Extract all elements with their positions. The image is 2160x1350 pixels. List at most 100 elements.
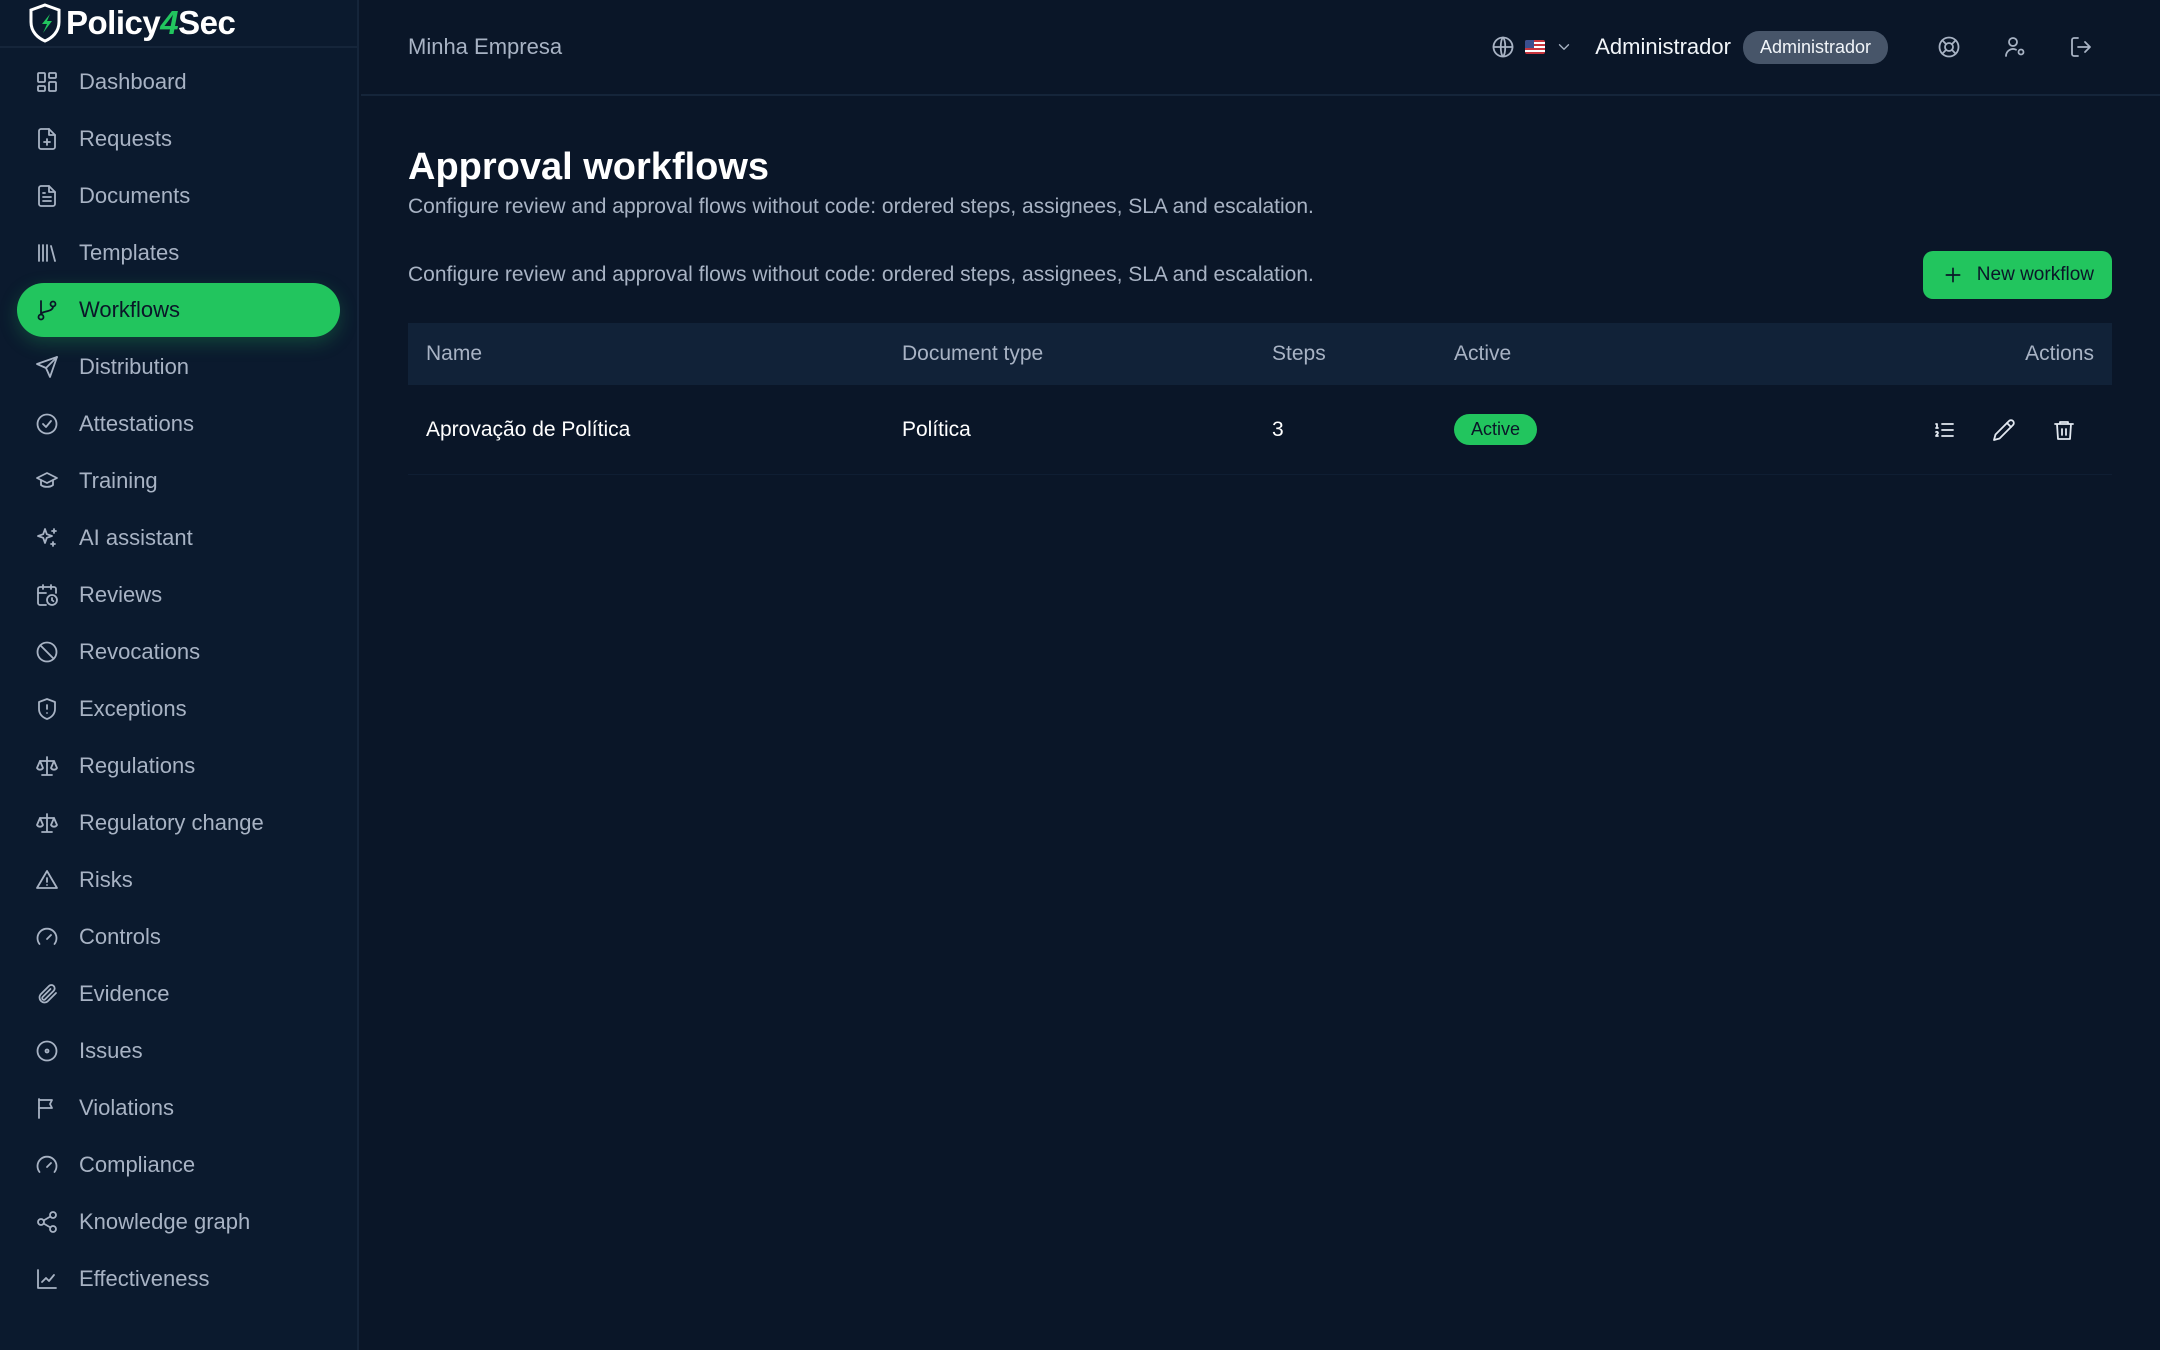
language-selector[interactable] [1491,35,1573,59]
globe-icon [1492,36,1514,58]
sidebar-item-requests[interactable]: Requests [17,112,340,166]
help-button[interactable] [1916,14,1982,80]
sidebar-item-exceptions[interactable]: Exceptions [17,682,340,736]
sidebar-item-ai-assistant[interactable]: AI assistant [17,511,340,565]
sidebar-item-attestations[interactable]: Attestations [17,397,340,451]
column-header-active[interactable]: Active [1454,342,1872,366]
company-name: Minha Empresa [408,34,563,59]
role-badge: Administrador [1742,30,1888,64]
sidebar-item-label: Dashboard [79,69,187,94]
sparkles-icon [37,528,57,547]
sidebar-item-documents[interactable]: Documents [17,169,340,223]
page-subtitle: Configure review and approval flows with… [408,195,1314,218]
sidebar-item-evidence[interactable]: Evidence [17,967,340,1021]
sidebar-item-label: Risks [79,867,133,892]
sidebar: Policy4Sec Dashboard Requests Documents … [0,0,359,1350]
sidebar-item-label: Exceptions [79,696,187,721]
sidebar-item-label: Reviews [79,582,163,607]
sidebar-item-label: Evidence [79,981,170,1006]
edit-workflow-button[interactable] [1974,408,2034,452]
chevron-down-icon [1559,44,1570,50]
sidebar-item-distribution[interactable]: Distribution [17,340,340,394]
scale-icon [36,756,58,776]
user-cog-icon [2005,37,2025,57]
sidebar-item-label: Effectiveness [79,1266,210,1291]
sidebar-item-label: Regulatory change [79,810,264,835]
user-name: Administrador [1595,34,1731,59]
sidebar-item-label: Templates [79,240,180,265]
sidebar-item-label: Controls [79,924,161,949]
sidebar-item-label: Attestations [79,411,194,436]
logout-icon [2071,37,2091,57]
sidebar-nav: Dashboard Requests Documents Templates W… [0,48,357,1306]
trash-icon [2054,420,2074,440]
calendar-clock-icon [37,584,58,606]
sidebar-item-risks[interactable]: Risks [17,853,340,907]
brand-logo[interactable]: Policy4Sec [0,0,357,48]
column-header-document-type[interactable]: Document type [902,342,1272,366]
share-icon [37,1211,57,1233]
column-header-steps[interactable]: Steps [1272,342,1454,366]
sidebar-item-compliance[interactable]: Compliance [17,1138,340,1192]
page-title: Approval workflows [408,146,770,188]
git-branch-icon [37,300,57,321]
sidebar-item-label: Requests [79,126,172,151]
sidebar-item-controls[interactable]: Controls [17,910,340,964]
sidebar-item-label: Distribution [79,354,190,379]
brand-name: Policy4Sec [66,4,236,41]
pencil-icon [1993,418,2015,441]
sidebar-item-workflows[interactable]: Workflows [17,283,340,337]
document-icon [38,185,56,207]
graduation-cap-icon [36,472,58,488]
sidebar-item-knowledge-graph[interactable]: Knowledge graph [17,1195,340,1249]
workflow-document-type: Política [902,417,971,441]
sidebar-item-label: Revocations [79,639,201,664]
sidebar-item-reviews[interactable]: Reviews [17,568,340,622]
new-workflow-button[interactable]: New workflow [1922,251,2112,299]
shield-logo-icon [29,3,61,43]
table-header: Name Document type Steps Active Actions [408,323,2112,385]
profile-settings-button[interactable] [1982,14,2048,80]
scale-icon [36,813,58,833]
sidebar-item-label: Documents [79,183,191,208]
table-row[interactable]: Aprovação de Política Política 3 Active [408,385,2112,475]
workflow-steps: 3 [1272,417,1284,441]
workflow-name: Aprovação de Política [426,417,631,441]
chart-icon [37,1269,57,1289]
sidebar-item-dashboard[interactable]: Dashboard [17,55,340,109]
gauge-icon [36,1155,58,1173]
sidebar-item-label: Violations [79,1095,174,1120]
alert-triangle-icon [36,870,58,889]
sidebar-item-violations[interactable]: Violations [17,1081,340,1135]
edit-steps-button[interactable] [1914,408,1974,452]
sidebar-item-issues[interactable]: Issues [17,1024,340,1078]
sidebar-item-label: Knowledge graph [79,1209,251,1234]
plus-icon [1945,267,1961,283]
column-header-name[interactable]: Name [408,342,902,366]
sidebar-item-effectiveness[interactable]: Effectiveness [17,1252,340,1306]
lifebuoy-icon [1938,36,1960,58]
shield-alert-icon [38,698,56,720]
sidebar-item-regulatory-change[interactable]: Regulatory change [17,796,340,850]
sidebar-item-regulations[interactable]: Regulations [17,739,340,793]
gauge-icon [36,927,58,945]
top-header: Minha Empresa Administrador Administrado… [361,0,2160,96]
row-actions [1872,408,2112,452]
sidebar-item-label: Compliance [79,1152,196,1177]
sidebar-item-revocations[interactable]: Revocations [17,625,340,679]
us-flag-icon [1525,40,1546,54]
send-icon [36,356,58,378]
delete-workflow-button[interactable] [2034,408,2094,452]
logout-button[interactable] [2048,14,2114,80]
main-content: Approval workflows Configure review and … [408,96,2112,475]
paperclip-icon [38,984,57,1004]
sidebar-item-label: Workflows [79,297,181,322]
sidebar-item-label: Regulations [79,753,196,778]
check-circle-icon [36,413,58,435]
sidebar-item-templates[interactable]: Templates [17,226,340,280]
ban-icon [36,641,58,663]
flag-icon [38,1098,53,1119]
file-plus-icon [38,128,56,150]
sidebar-item-label: Issues [79,1038,143,1063]
sidebar-item-training[interactable]: Training [17,454,340,508]
